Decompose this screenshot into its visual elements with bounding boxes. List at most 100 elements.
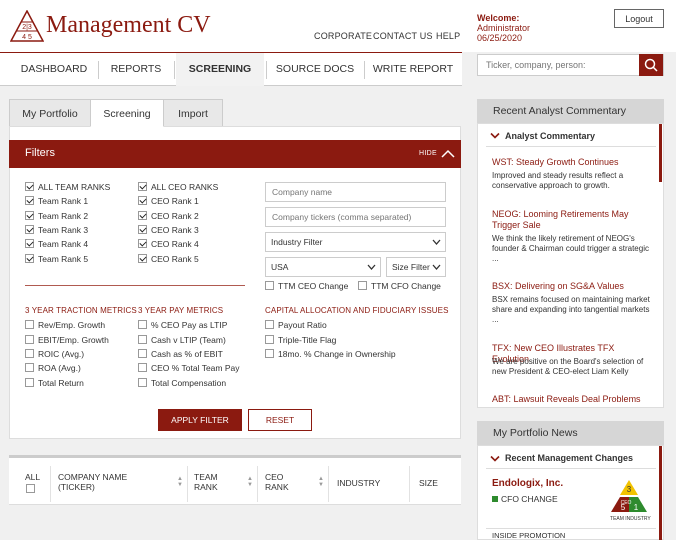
subtab-my-portfolio[interactable]: My Portfolio bbox=[9, 99, 91, 127]
commentary-title-neog[interactable]: NEOG: Looming Retirements May Trigger Sa… bbox=[492, 209, 652, 231]
filter-divider bbox=[25, 285, 245, 286]
checkbox-team-rank-2[interactable]: Team Rank 2 bbox=[25, 211, 88, 223]
checkbox-team-rank-5[interactable]: Team Rank 5 bbox=[25, 254, 88, 266]
checkbox-team-rank-4[interactable]: Team Rank 4 bbox=[25, 239, 88, 251]
logo[interactable]: 2|3 4 5 Management CV bbox=[10, 8, 260, 44]
user-name: Administrator bbox=[477, 23, 531, 33]
nav-corporate[interactable]: CORPORATE bbox=[314, 31, 372, 41]
tab-source-docs[interactable]: SOURCE DOCS bbox=[268, 53, 362, 86]
checkbox-roic-avg[interactable]: ROIC (Avg.) bbox=[25, 349, 84, 361]
commentary-body-wst: Improved and steady results reflect a co… bbox=[492, 171, 624, 190]
checkbox-ttm-ceo-change[interactable]: TTM CEO Change bbox=[265, 281, 348, 293]
pay-metrics-title: 3 YEAR PAY METRICS bbox=[138, 306, 224, 315]
news-next-item[interactable]: INSIDE PROMOTION bbox=[492, 531, 565, 540]
checkbox-team-rank-3[interactable]: Team Rank 3 bbox=[25, 225, 88, 237]
sort-icon[interactable]: ▲ ▼ bbox=[177, 476, 183, 488]
reset-button[interactable]: RESET bbox=[248, 409, 312, 431]
nav-contact-us[interactable]: CONTACT US bbox=[373, 31, 433, 41]
checkbox-total-compensation[interactable]: Total Compensation bbox=[138, 378, 226, 390]
industry-filter-select[interactable]: Industry Filter bbox=[265, 232, 446, 252]
checkbox-ceo-rank-1[interactable]: CEO Rank 1 bbox=[138, 196, 199, 208]
search-box bbox=[477, 54, 664, 76]
tab-dashboard[interactable]: DASHBOARD bbox=[12, 53, 96, 86]
column-industry[interactable]: INDUSTRY bbox=[337, 478, 380, 488]
checkbox-ebit-emp-growth[interactable]: EBIT/Emp. Growth bbox=[25, 335, 109, 347]
welcome-block: Welcome: Administrator 06/25/2020 bbox=[477, 13, 530, 43]
welcome-label: Welcome: bbox=[477, 13, 520, 23]
commentary-body-bsx: BSX remains focused on maintaining marke… bbox=[492, 295, 650, 324]
header: 2|3 4 5 Management CV CORPORATE CONTACT … bbox=[0, 0, 676, 52]
logo-icon: 2|3 4 5 bbox=[10, 10, 44, 42]
checkbox-rev-emp-growth[interactable]: Rev/Emp. Growth bbox=[25, 320, 105, 332]
column-ceo-rank[interactable]: CEO RANK bbox=[265, 472, 289, 492]
checkbox-ceo-rank-4[interactable]: CEO Rank 4 bbox=[138, 239, 199, 251]
hide-filters-button[interactable]: HIDE bbox=[419, 150, 437, 157]
subtab-screening[interactable]: Screening bbox=[90, 99, 164, 127]
country-select[interactable]: USA bbox=[265, 257, 381, 277]
chevron-down-icon bbox=[432, 239, 441, 245]
search-input[interactable] bbox=[478, 55, 641, 75]
checkbox-triple-title-flag[interactable]: Triple-Title Flag bbox=[265, 335, 336, 347]
size-filter-select[interactable]: Size Filter bbox=[386, 257, 446, 277]
checkbox-roa-avg[interactable]: ROA (Avg.) bbox=[25, 363, 81, 375]
commentary-title-bsx[interactable]: BSX: Delivering on SG&A Values bbox=[492, 281, 652, 292]
checkbox-ceo-rank-3[interactable]: CEO Rank 3 bbox=[138, 225, 199, 237]
chevron-down-icon bbox=[432, 264, 441, 270]
news-change-type: CFO CHANGE bbox=[492, 494, 558, 504]
commentary-body-tfx: We are positive on the Board's selection… bbox=[492, 357, 644, 376]
column-size[interactable]: SIZE bbox=[419, 478, 438, 488]
tab-screening[interactable]: SCREENING bbox=[176, 53, 264, 86]
badge-team-label: TEAM bbox=[610, 516, 624, 522]
checkbox-total-return[interactable]: Total Return bbox=[25, 378, 84, 390]
tab-reports[interactable]: REPORTS bbox=[100, 53, 172, 86]
badge-industry-label: INDUSTRY bbox=[625, 516, 651, 522]
checkbox-ceo-rank-2[interactable]: CEO Rank 2 bbox=[138, 211, 199, 223]
capital-allocation-title: CAPITAL ALLOCATION AND FIDUCIARY ISSUES bbox=[265, 306, 449, 315]
column-company-name[interactable]: COMPANY NAME (TICKER) bbox=[58, 472, 127, 492]
checkbox-all-team-ranks[interactable]: ALL TEAM RANKS bbox=[25, 182, 110, 194]
logo-text: Management CV bbox=[46, 12, 211, 38]
search-button[interactable] bbox=[639, 54, 663, 76]
analyst-commentary-title: Analyst Commentary bbox=[505, 131, 596, 141]
apply-filter-button[interactable]: APPLY FILTER bbox=[158, 409, 242, 431]
chevron-up-icon[interactable] bbox=[441, 149, 455, 159]
column-team-rank[interactable]: TEAM RANK bbox=[194, 472, 218, 492]
checkbox-cash-pct-ebit[interactable]: Cash as % of EBIT bbox=[138, 349, 223, 361]
logout-button[interactable]: Logout bbox=[614, 9, 664, 28]
checkbox-ceo-pay-ltip[interactable]: % CEO Pay as LTIP bbox=[138, 320, 227, 332]
chevron-down-icon[interactable] bbox=[490, 132, 500, 140]
checkbox-ceo-rank-5[interactable]: CEO Rank 5 bbox=[138, 254, 199, 266]
tab-write-report[interactable]: WRITE REPORT bbox=[366, 53, 460, 86]
badge-team-rank: 5 bbox=[621, 503, 626, 512]
checkbox-all-ceo-ranks[interactable]: ALL CEO RANKS bbox=[138, 182, 218, 194]
commentary-title-abt[interactable]: ABT: Lawsuit Reveals Deal Problems bbox=[492, 394, 652, 405]
company-name-input[interactable] bbox=[265, 182, 446, 202]
subtab-import[interactable]: Import bbox=[163, 99, 223, 127]
checkbox-ttm-cfo-change[interactable]: TTM CFO Change bbox=[358, 281, 441, 293]
nav-help[interactable]: HELP bbox=[436, 31, 460, 41]
commentary-body-neog: We think the likely retirement of NEOG's… bbox=[492, 234, 649, 263]
commentary-scrollbar[interactable] bbox=[659, 124, 662, 182]
results-table-header: ALL COMPANY NAME (TICKER) ▲ ▼ TEAM RANK ▲ ▼ … bbox=[9, 455, 461, 505]
chevron-down-icon[interactable] bbox=[490, 455, 500, 463]
checkbox-ownership-change[interactable]: 18mo. % Change in Ownership bbox=[265, 349, 396, 361]
traction-metrics-title: 3 YEAR TRACTION METRICS bbox=[25, 306, 137, 315]
checkbox-ceo-pct-team-pay[interactable]: CEO % Total Team Pay bbox=[138, 363, 240, 375]
badge-industry-rank: 1 bbox=[634, 503, 639, 512]
rank-triangle-badge: 3 CEO 5 1 TEAM INDUSTRY bbox=[610, 480, 651, 522]
current-date: 06/25/2020 bbox=[477, 33, 523, 43]
news-company-name[interactable]: Endologix, Inc. bbox=[492, 478, 563, 489]
status-badge bbox=[492, 496, 498, 502]
checkbox-payout-ratio[interactable]: Payout Ratio bbox=[265, 320, 327, 332]
sort-icon[interactable]: ▲ ▼ bbox=[247, 476, 253, 488]
checkbox-cash-v-ltip[interactable]: Cash v LTIP (Team) bbox=[138, 335, 226, 347]
news-scrollbar[interactable] bbox=[659, 446, 662, 540]
column-all: ALL bbox=[25, 472, 41, 482]
commentary-title-wst[interactable]: WST: Steady Growth Continues bbox=[492, 157, 652, 168]
checkbox-select-all[interactable] bbox=[26, 484, 39, 496]
main-nav: DASHBOARD REPORTS SCREENING SOURCE DOCS … bbox=[0, 52, 462, 86]
search-icon bbox=[644, 58, 658, 72]
company-tickers-input[interactable] bbox=[265, 207, 446, 227]
checkbox-team-rank-1[interactable]: Team Rank 1 bbox=[25, 196, 88, 208]
sort-icon[interactable]: ▲ ▼ bbox=[318, 476, 324, 488]
